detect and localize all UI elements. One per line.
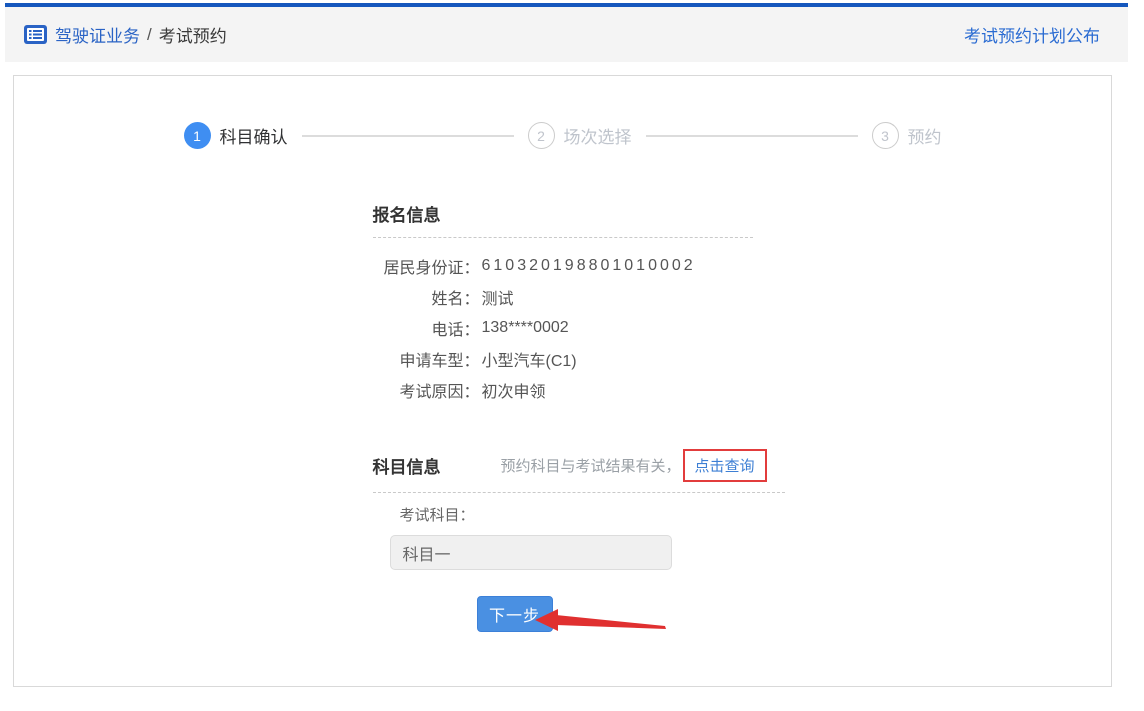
info-row-phone: 电话： 138****0002 [373,312,753,343]
exam-subject-input[interactable] [390,535,672,570]
info-label: 居民身份证： [373,254,480,278]
step-1-label: 科目确认 [220,123,288,148]
step-connector [646,135,858,137]
main-panel: 1 科目确认 2 场次选择 3 预约 报名信息 居民身份证： 610320198… [13,75,1112,687]
info-row-exam-reason: 考试原因： 初次申领 [373,374,753,405]
info-label: 姓名： [373,285,480,309]
info-label: 电话： [373,316,480,340]
step-1-circle: 1 [184,122,211,149]
subject-info-title: 科目信息 [373,453,441,478]
breadcrumb: 驾驶证业务 / 考试预约 [24,22,227,47]
breadcrumb-root[interactable]: 驾驶证业务 [55,22,140,47]
step-subject-confirm: 1 科目确认 [184,122,288,149]
subject-info-section: 科目信息 预约科目与考试结果有关， 点击查询 考试科目： 下一步 [373,449,753,632]
subject-info-header: 科目信息 预约科目与考试结果有关， 点击查询 [373,449,785,493]
info-value: 测试 [482,285,514,309]
step-2-circle: 2 [528,122,555,149]
query-link-highlight-box: 点击查询 [683,449,767,482]
step-3-circle: 3 [872,122,899,149]
step-2-label: 场次选择 [564,123,632,148]
step-3-label: 预约 [908,123,942,148]
query-link[interactable]: 点击查询 [695,458,755,475]
step-appointment: 3 预约 [872,122,942,149]
info-row-id-number: 居民身份证： 610320198801010002 [373,250,753,281]
form-area: 报名信息 居民身份证： 610320198801010002 姓名： 测试 电话… [373,201,753,632]
info-value: 138****0002 [482,319,569,337]
subject-info-hint: 预约科目与考试结果有关， [501,455,681,476]
info-value: 610320198801010002 [482,257,696,275]
stepper: 1 科目确认 2 场次选择 3 预约 [14,122,1111,149]
info-row-vehicle-type: 申请车型： 小型汽车(C1) [373,343,753,374]
top-header: 驾驶证业务 / 考试预约 考试预约计划公布 [5,3,1128,62]
info-label: 考试原因： [373,378,480,402]
breadcrumb-current: 考试预约 [159,22,227,47]
breadcrumb-separator: / [147,25,152,45]
step-session-select: 2 场次选择 [528,122,632,149]
info-label: 申请车型： [373,347,480,371]
info-row-name: 姓名： 测试 [373,281,753,312]
info-value: 小型汽车(C1) [482,347,577,371]
exam-subject-label: 考试科目： [400,504,753,525]
info-value: 初次申领 [482,378,546,402]
signup-info-title: 报名信息 [373,201,753,238]
signup-info-rows: 居民身份证： 610320198801010002 姓名： 测试 电话： 138… [373,250,753,405]
menu-list-icon [24,25,47,44]
next-step-button[interactable]: 下一步 [477,596,553,632]
step-connector [302,135,514,137]
exam-plan-link[interactable]: 考试预约计划公布 [964,22,1100,47]
